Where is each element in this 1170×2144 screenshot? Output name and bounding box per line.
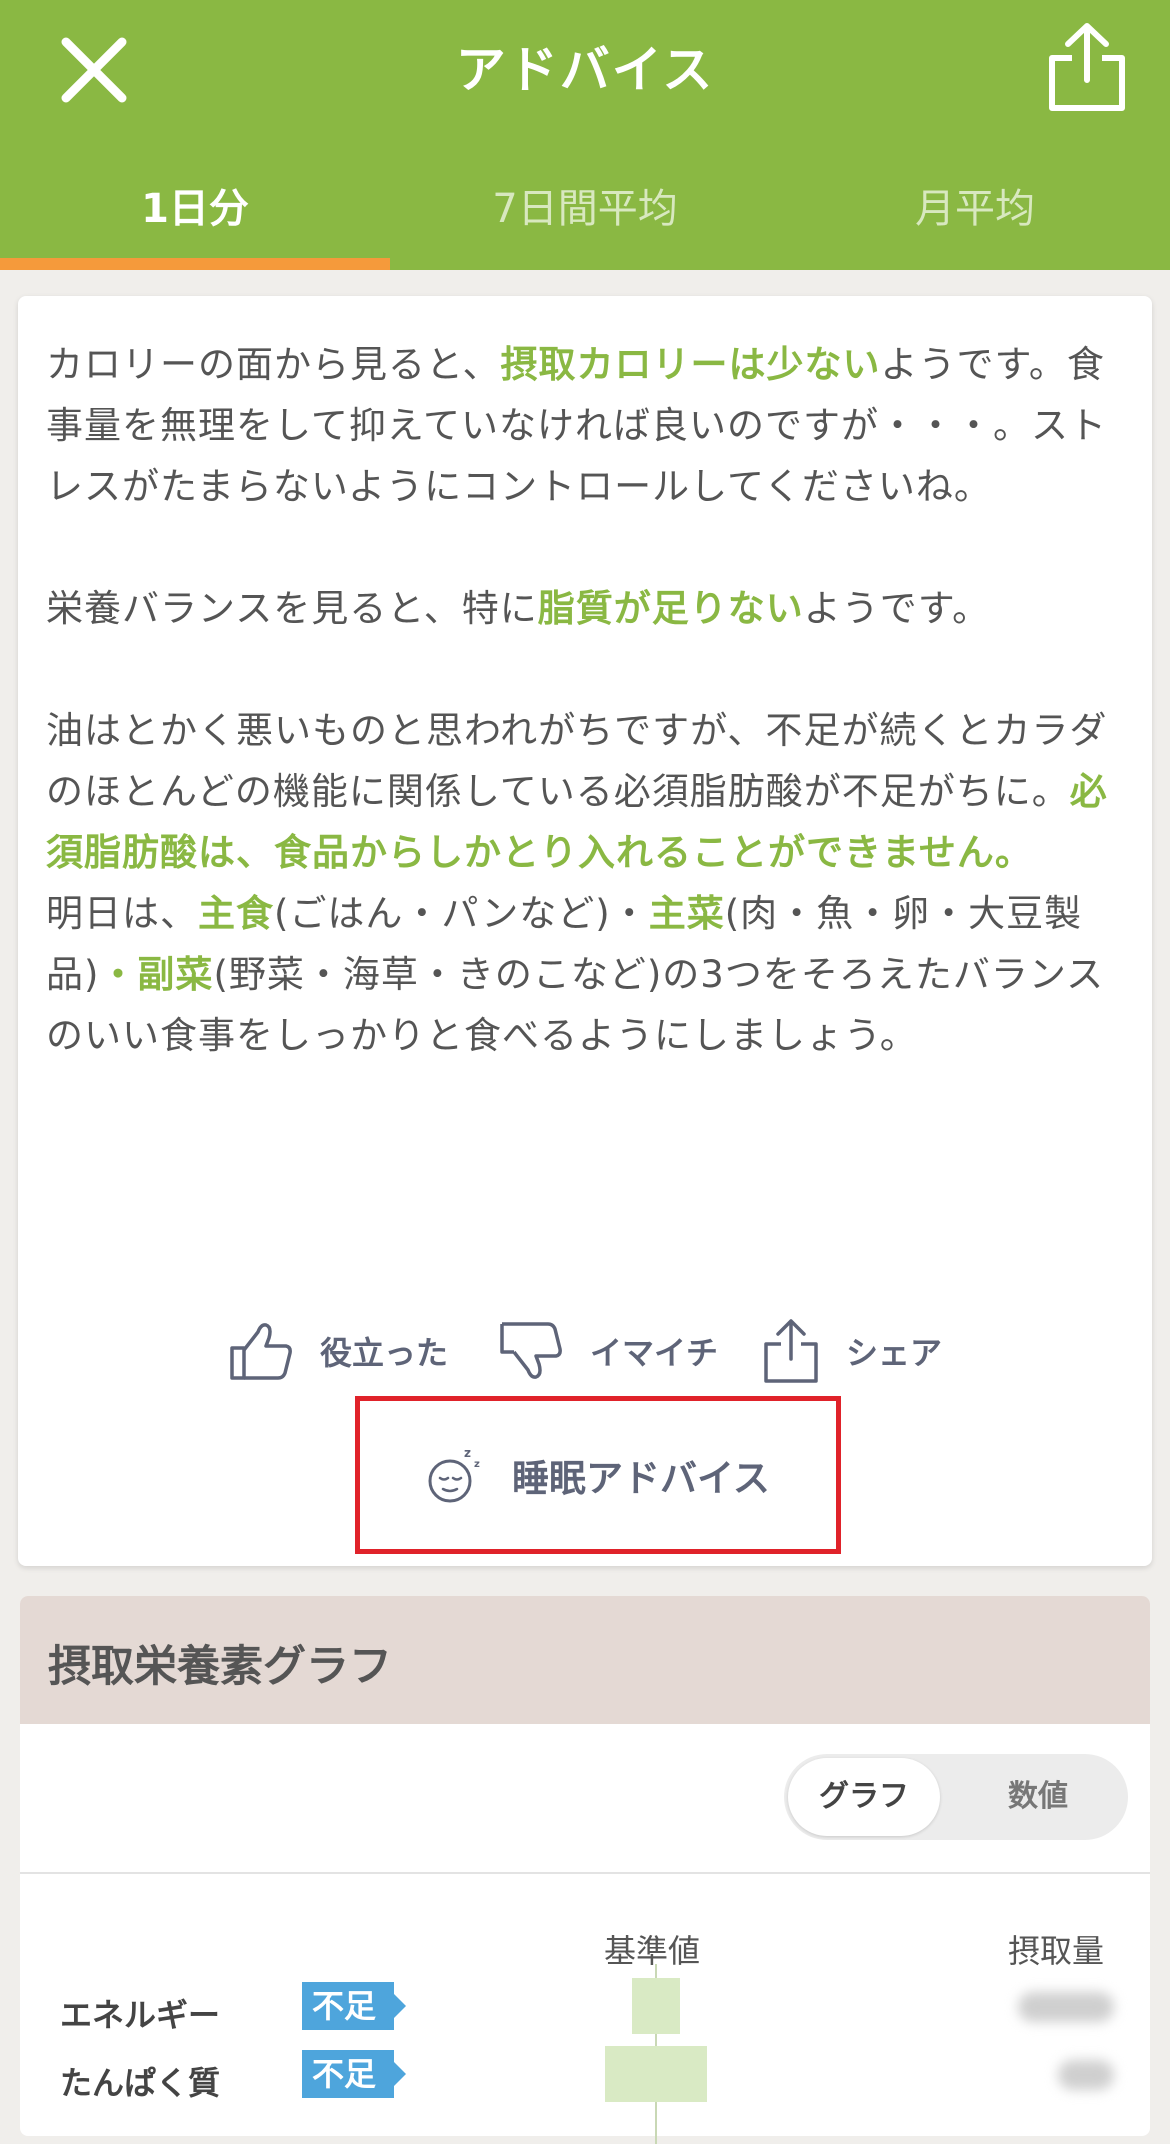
- advice-text-span: (ごはん・パンなど)・: [274, 892, 649, 935]
- thumbs-up-icon: [230, 1323, 292, 1380]
- svg-text:z: z: [474, 1459, 480, 1470]
- advice-highlight: ・副菜: [99, 953, 214, 996]
- feedback-actions: 役立った イマイチ シェア: [18, 1306, 1152, 1406]
- advice-paragraph-fat: 油はとかく悪いものと思われがちですが、不足が続くとカラダのほとんどの機能に関係し…: [46, 700, 1126, 883]
- sleeping-face-icon: z z: [428, 1446, 480, 1503]
- intake-value-hidden: [1018, 1992, 1114, 2022]
- nutrient-graph-card: 摂取栄養素グラフ グラフ 数値 基準値 摂取量 エネルギー 不足 たんぱく質 不…: [20, 1596, 1150, 2144]
- svg-text:z: z: [464, 1446, 471, 1460]
- advice-paragraph-tomorrow: 明日は、主食(ごはん・パンなど)・主菜(肉・魚・卵・大豆製品)・副菜(野菜・海草…: [46, 883, 1126, 1066]
- advice-highlight: 主食: [198, 892, 274, 935]
- view-toggle: グラフ 数値: [784, 1754, 1128, 1840]
- status-badge: 不足: [302, 2050, 406, 2098]
- advice-text: カロリーの面から見ると、摂取カロリーは少ないようです。食事量を無理をして抑えてい…: [46, 334, 1126, 1066]
- app-header: アドバイス 1日分 7日間平均 月平均: [0, 0, 1170, 270]
- graph-title: 摂取栄養素グラフ: [48, 1642, 392, 1692]
- active-tab-indicator: [0, 258, 390, 270]
- advice-paragraph-balance: 栄養バランスを見ると、特に脂質が足りないようです。: [46, 578, 1126, 639]
- toggle-numbers[interactable]: 数値: [958, 1754, 1118, 1840]
- divider: [20, 1872, 1150, 1874]
- advice-text-span: 明日は、: [46, 892, 198, 935]
- intake-bar-energy: [632, 1978, 680, 2034]
- advice-card: カロリーの面から見ると、摂取カロリーは少ないようです。食事量を無理をして抑えてい…: [18, 296, 1152, 1566]
- status-badge: 不足: [302, 1982, 406, 2030]
- share-advice-button[interactable]: シェア: [762, 1306, 942, 1396]
- intake-bar-protein: [605, 2046, 707, 2102]
- advice-text-span: 油はとかく悪いものと思われがちですが、不足が続くとカラダのほとんどの機能に関係し…: [46, 709, 1108, 813]
- advice-text-span: カロリーの面から見ると、: [46, 343, 501, 386]
- advice-paragraph-calorie: カロリーの面から見ると、摂取カロリーは少ないようです。食事量を無理をして抑えてい…: [46, 334, 1126, 517]
- nutrient-label-energy: エネルギー: [60, 1996, 221, 2034]
- column-intake: 摂取量: [1008, 1932, 1105, 1970]
- sleep-advice-label: 睡眠アドバイス: [512, 1457, 770, 1500]
- share-label: シェア: [846, 1334, 943, 1372]
- share-icon[interactable]: [1046, 20, 1128, 114]
- sleep-advice-button[interactable]: z z 睡眠アドバイス: [355, 1396, 841, 1554]
- advice-highlight: 脂質が足りない: [537, 587, 804, 630]
- useful-button[interactable]: 役立った: [228, 1306, 448, 1396]
- thumbs-down-icon: [500, 1322, 562, 1379]
- advice-highlight: 摂取カロリーは少ない: [500, 343, 881, 386]
- intake-value-hidden: [1058, 2060, 1114, 2090]
- page-title: アドバイス: [455, 41, 715, 99]
- tab-monthly-average[interactable]: 月平均: [780, 176, 1170, 234]
- useful-label: 役立った: [320, 1334, 449, 1372]
- advice-text-span: ようです。: [803, 587, 991, 630]
- column-standard: 基準値: [604, 1932, 701, 1970]
- meh-label: イマイチ: [590, 1334, 719, 1372]
- share-icon: [764, 1319, 818, 1383]
- nutrient-label-protein: たんぱく質: [60, 2064, 221, 2102]
- graph-header: 摂取栄養素グラフ: [20, 1596, 1150, 1724]
- advice-text-span: 栄養バランスを見ると、特に: [46, 587, 538, 630]
- tab-1day[interactable]: 1日分: [0, 176, 390, 234]
- advice-highlight: 主菜: [648, 892, 725, 935]
- meh-button[interactable]: イマイチ: [498, 1306, 718, 1396]
- tab-7day-average[interactable]: 7日間平均: [390, 176, 780, 234]
- toggle-graph[interactable]: グラフ: [788, 1758, 940, 1836]
